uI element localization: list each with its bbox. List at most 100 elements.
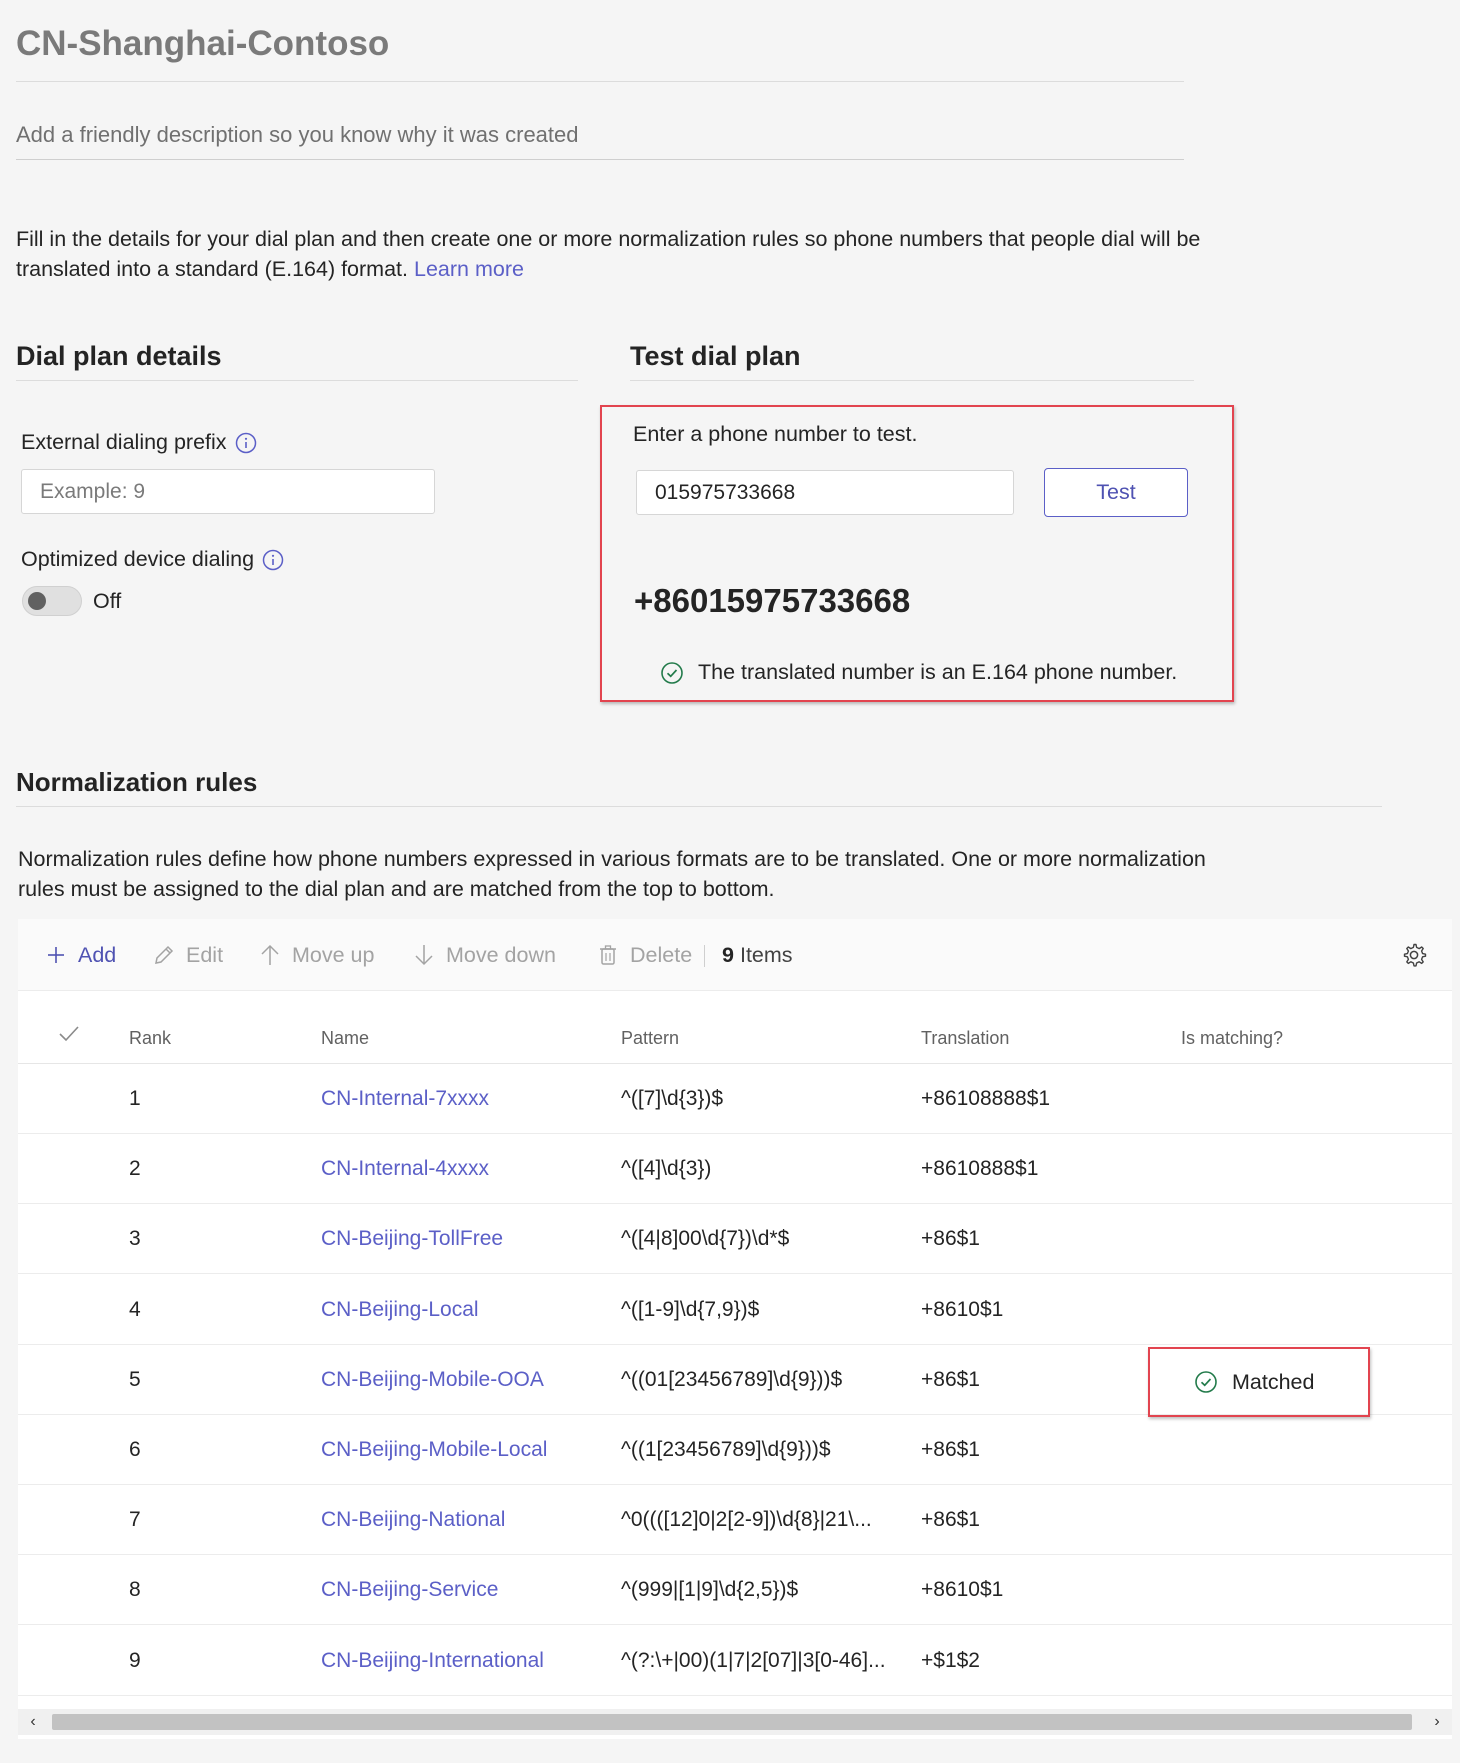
result-note: The translated number is an E.164 phone … — [660, 660, 1177, 685]
description-input[interactable]: Add a friendly description so you know w… — [16, 122, 579, 148]
toolbar-divider — [704, 945, 705, 967]
details-divider — [16, 380, 578, 381]
info-icon[interactable] — [235, 432, 257, 454]
column-header-rank[interactable]: Rank — [129, 1028, 171, 1049]
rank-cell: 2 — [129, 1157, 141, 1181]
column-header-name[interactable]: Name — [321, 1028, 369, 1049]
translated-number: +86015975733668 — [634, 582, 911, 619]
move-up-button[interactable]: Move up — [258, 919, 374, 991]
test-dial-plan-heading: Test dial plan — [630, 341, 801, 371]
rank-cell: 8 — [129, 1578, 141, 1602]
pattern-cell: ^([4]\d{3}) — [621, 1157, 712, 1181]
description-underline — [16, 159, 1184, 160]
arrow-up-icon — [261, 944, 279, 965]
test-highlight-box — [600, 405, 1234, 702]
result-note-text: The translated number is an E.164 phone … — [698, 660, 1178, 684]
test-number-input[interactable]: 015975733668 — [636, 470, 1014, 515]
rank-cell: 7 — [129, 1508, 141, 1532]
test-divider — [630, 380, 1194, 381]
normalization-description: Normalization rules define how phone num… — [18, 847, 1206, 901]
toggle-state-label: Off — [93, 589, 122, 613]
move-down-button[interactable]: Move down — [412, 919, 556, 991]
matched-indicator: Matched — [1148, 1347, 1370, 1417]
table-row[interactable]: 6 CN-Beijing-Mobile-Local ^((1[23456789]\d… — [18, 1415, 1452, 1485]
name-cell[interactable]: CN-Beijing-Mobile-Local — [321, 1415, 547, 1485]
translation-cell: +86$1 — [921, 1367, 980, 1391]
info-icon[interactable] — [262, 549, 284, 571]
translation-cell: +8610888$1 — [921, 1157, 1039, 1181]
add-button[interactable]: Add — [44, 919, 116, 991]
external-prefix-label-text: External dialing prefix — [21, 430, 227, 454]
rank-cell: 3 — [129, 1227, 141, 1251]
scroll-thumb[interactable] — [52, 1714, 1412, 1730]
pattern-cell: ^((1[23456789]\d{9}))$ — [621, 1438, 831, 1461]
rank-cell: 9 — [129, 1648, 141, 1672]
pattern-cell: ^0((([12]0|2[2-9])\d{8}|21\... — [621, 1508, 872, 1532]
table-row[interactable]: 2 CN-Internal-4xxxx ^([4]\d{3}) +8610888$1 — [18, 1134, 1452, 1205]
title-underline — [16, 81, 1184, 82]
test-prompt: Enter a phone number to test. — [633, 422, 918, 446]
edit-button[interactable]: Edit — [152, 919, 223, 991]
select-all-checkmark-icon[interactable] — [58, 1024, 80, 1044]
arrow-down-icon — [415, 945, 433, 966]
delete-label: Delete — [630, 942, 693, 967]
table-row[interactable]: 8 CN-Beijing-Service ^(999|[1|9]\d{2,5})$ +… — [18, 1555, 1452, 1626]
rank-cell: 1 — [129, 1087, 141, 1110]
translation-cell: +86$1 — [921, 1227, 980, 1251]
column-header-is-matching[interactable]: Is matching? — [1181, 1028, 1283, 1049]
optimized-dialing-label-text: Optimized device dialing — [21, 547, 255, 571]
toggle-knob — [28, 592, 46, 610]
table-row[interactable]: 1 CN-Internal-7xxxx ^([7]\d{3})$ +86108888$… — [18, 1064, 1452, 1134]
translation-cell: +86$1 — [921, 1438, 980, 1461]
external-prefix-label: External dialing prefix — [21, 430, 257, 455]
normalization-rules-grid: Add Edit Move up Move down Delete 9 Item… — [18, 919, 1452, 1739]
items-count-number: 9 — [722, 942, 734, 967]
normalization-divider — [16, 806, 1382, 807]
translation-cell: +8610$1 — [921, 1578, 1004, 1602]
items-count-label: Items — [739, 942, 793, 967]
horizontal-scrollbar[interactable]: ‹ › — [18, 1709, 1452, 1735]
intro-text: Fill in the details for your dial plan a… — [16, 224, 1216, 284]
name-cell[interactable]: CN-Internal-4xxxx — [321, 1134, 489, 1204]
name-cell[interactable]: CN-Beijing-TollFree — [321, 1204, 503, 1274]
learn-more-link[interactable]: Learn more — [414, 257, 524, 281]
table-row[interactable]: 9 CN-Beijing-International ^(?:\+|00)(1|7|… — [18, 1626, 1452, 1696]
name-cell[interactable]: CN-Beijing-Local — [321, 1275, 479, 1345]
delete-button[interactable]: Delete — [596, 919, 692, 991]
normalization-rules-heading: Normalization rules — [16, 767, 258, 797]
pattern-cell: ^((01[23456789]\d{9}))$ — [621, 1367, 843, 1391]
gear-icon[interactable] — [1401, 942, 1427, 968]
column-header-pattern[interactable]: Pattern — [621, 1028, 679, 1049]
scroll-left-icon[interactable]: ‹ — [20, 1709, 46, 1735]
external-prefix-input[interactable]: Example: 9 — [21, 469, 435, 514]
name-cell[interactable]: CN-Beijing-Service — [321, 1555, 498, 1625]
rank-cell: 5 — [129, 1367, 141, 1391]
pattern-cell: ^([4|8]00\d{7})\d*$ — [621, 1227, 790, 1251]
table-row[interactable]: 4 CN-Beijing-Local ^([1-9]\d{7,9})$ +8610$1 — [18, 1275, 1452, 1345]
check-circle-icon — [661, 661, 683, 684]
page-title[interactable]: CN-Shanghai-Contoso — [16, 24, 389, 64]
column-header-translation[interactable]: Translation — [921, 1028, 1009, 1049]
dial-plan-details-heading: Dial plan details — [16, 341, 222, 371]
pattern-cell: ^([1-9]\d{7,9})$ — [621, 1297, 760, 1321]
name-cell[interactable]: CN-Beijing-Mobile-OOA — [321, 1345, 544, 1415]
name-cell[interactable]: CN-Internal-7xxxx — [321, 1064, 489, 1134]
scroll-right-icon[interactable]: › — [1424, 1709, 1450, 1735]
intro-body: Fill in the details for your dial plan a… — [16, 227, 1201, 281]
pencil-icon — [155, 945, 174, 964]
matched-label: Matched — [1232, 1369, 1315, 1394]
grid-toolbar: Add Edit Move up Move down Delete 9 Item… — [18, 919, 1452, 991]
check-circle-icon — [1195, 1371, 1217, 1393]
name-cell[interactable]: CN-Beijing-National — [321, 1485, 505, 1555]
optimized-dialing-toggle[interactable] — [22, 586, 82, 616]
translation-cell: +86$1 — [921, 1508, 980, 1532]
test-button[interactable]: Test — [1044, 468, 1188, 517]
pattern-cell: ^(?:\+|00)(1|7|2[07]|3[0-46]... — [621, 1648, 886, 1672]
name-cell[interactable]: CN-Beijing-International — [321, 1626, 544, 1696]
table-row[interactable]: 3 CN-Beijing-TollFree ^([4|8]00\d{7})\d*$ +… — [18, 1204, 1452, 1275]
translation-cell: +86108888$1 — [921, 1087, 1051, 1110]
translation-cell: +8610$1 — [921, 1297, 1004, 1321]
edit-label: Edit — [186, 942, 224, 967]
move-down-label: Move down — [446, 942, 556, 967]
table-row[interactable]: 7 CN-Beijing-National ^0((([12]0|2[2-9])\d… — [18, 1485, 1452, 1556]
